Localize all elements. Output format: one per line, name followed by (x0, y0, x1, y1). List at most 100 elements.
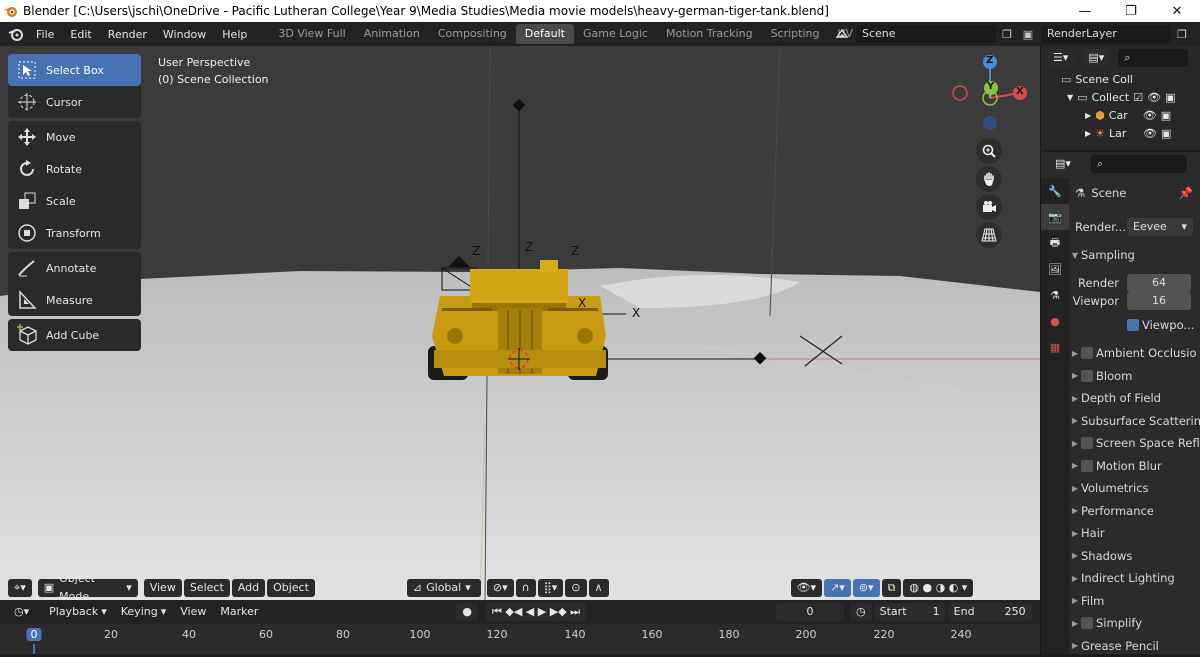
navigation-gizmo[interactable]: Z X Y (944, 52, 1034, 252)
pin-icon[interactable]: 📌 (1179, 186, 1193, 200)
tool-scale[interactable]: Scale (8, 185, 141, 217)
camera-render-icon[interactable]: ▣ (1161, 109, 1171, 122)
tab-motion-tracking[interactable]: Motion Tracking (657, 24, 762, 44)
overlay-toggle-icon[interactable]: ⊚▾ (852, 579, 880, 597)
renderlayer-name-field[interactable]: RenderLayer (1041, 25, 1171, 43)
section-enable-checkbox[interactable] (1081, 369, 1093, 382)
eye-icon[interactable]: 👁 (1147, 91, 1161, 104)
proportional-edit-icon[interactable]: ⊙ (565, 579, 587, 597)
section-enable-checkbox[interactable] (1081, 459, 1093, 472)
view-layer-icon[interactable]: 🖼 (1041, 256, 1069, 282)
expand-arrow-icon[interactable]: ▶ (1085, 129, 1091, 138)
tool-select-box[interactable]: Select Box (8, 54, 141, 86)
blender-menu-icon[interactable] (4, 22, 28, 46)
checkbox-icon[interactable]: ☑ (1133, 91, 1143, 104)
object-mode-dropdown[interactable]: ▣ Object Mode ▾ (37, 572, 138, 600)
record-icon[interactable]: ● (456, 603, 478, 621)
renderlayer-copy-icon[interactable]: ❐ (1171, 28, 1193, 41)
tool-move[interactable]: Move (8, 121, 141, 153)
output-settings-icon[interactable]: 🖶 (1041, 230, 1069, 256)
scene-name-field[interactable]: Scene (856, 25, 996, 43)
shading-mode-icons[interactable]: ◍ ● ◑ ◐ ▾ (903, 579, 974, 597)
outliner-row-light[interactable]: ▶ ☀ Lar 👁 ▣ (1041, 124, 1200, 142)
panel-header-simplify[interactable]: ▶ Simplify (1069, 612, 1200, 634)
scene-settings-icon[interactable]: ⚗ (1041, 282, 1069, 308)
outliner-editor-icon[interactable]: ☰▾ (1047, 49, 1075, 67)
tool-measure[interactable]: Measure (8, 284, 141, 316)
timeline-view-menu[interactable]: View (174, 603, 212, 621)
menu-render[interactable]: Render (100, 28, 155, 41)
marker-menu[interactable]: Marker (214, 603, 264, 621)
camera-render-icon[interactable]: ▣ (1161, 127, 1171, 140)
expand-arrow-icon[interactable]: ▼ (1067, 93, 1073, 102)
panel-header-bloom[interactable]: ▶ Bloom (1069, 365, 1200, 387)
section-enable-checkbox[interactable] (1081, 617, 1093, 629)
outliner-row-collection[interactable]: ▼ ▭ Collect ☑ 👁 ▣ (1041, 88, 1200, 106)
viewport-denoise-row[interactable]: Viewpo... (1069, 314, 1200, 336)
gizmo-toggle-icon[interactable]: ↗▾ (824, 579, 851, 597)
tab-3d-view-full[interactable]: 3D View Full (269, 24, 354, 44)
camera-render-icon[interactable]: ▣ (1165, 91, 1175, 104)
camera-view-icon[interactable] (976, 194, 1002, 220)
menu-object[interactable]: Object (267, 579, 315, 597)
tool-annotate[interactable]: Annotate (8, 252, 141, 284)
texture-settings-icon[interactable]: ▦ (1041, 334, 1069, 360)
tab-default[interactable]: Default (515, 24, 574, 44)
maximize-button[interactable]: ❐ (1108, 4, 1154, 19)
section-enable-checkbox[interactable] (1081, 437, 1093, 449)
sampling-panel-header[interactable]: ▼ Sampling (1069, 244, 1200, 266)
playback-menu[interactable]: Playback ▾ (43, 603, 113, 621)
tool-settings-icon[interactable]: 🔧 (1041, 178, 1069, 204)
renderlayer-browse-icon[interactable]: ▣ (1015, 28, 1041, 41)
clock-icon[interactable]: ◷ (850, 603, 872, 621)
panel-header-performance[interactable]: ▶ Performance (1069, 500, 1200, 522)
panel-header-motion-blur[interactable]: ▶ Motion Blur (1069, 455, 1200, 477)
tool-cursor[interactable]: Cursor (8, 86, 141, 118)
eye-icon[interactable]: 👁 (1143, 109, 1157, 122)
editor-type-icon[interactable]: ⌖▾ (8, 579, 32, 597)
outliner-row-camera[interactable]: ▶ ⬢ Car 👁 ▣ (1041, 106, 1200, 124)
panel-header-indirect-lighting[interactable]: ▶ Indirect Lighting (1069, 567, 1200, 589)
timeline-editor-icon[interactable]: ◷▾ (8, 603, 35, 621)
panel-header-hair[interactable]: ▶ Hair (1069, 522, 1200, 544)
properties-editor-icon[interactable]: ▤▾ (1049, 155, 1077, 173)
expand-arrow-icon[interactable]: ▶ (1085, 111, 1091, 120)
menu-help[interactable]: Help (214, 28, 255, 41)
tab-compositing[interactable]: Compositing (429, 24, 516, 44)
render-engine-dropdown[interactable]: Eevee ▾ (1127, 218, 1193, 236)
outliner-filter-icon[interactable]: ▤▾ (1082, 49, 1111, 67)
close-button[interactable]: ✕ (1154, 4, 1200, 19)
properties-search-input[interactable]: ⌕ (1090, 155, 1187, 173)
menu-edit[interactable]: Edit (62, 28, 99, 41)
menu-view[interactable]: View (143, 579, 182, 597)
tab-scripting[interactable]: Scripting (762, 24, 829, 44)
panel-header-depth-of-field[interactable]: ▶ Depth of Field (1069, 387, 1200, 409)
viewport-denoise-checkbox[interactable] (1127, 319, 1139, 331)
timeline-playhead[interactable] (33, 644, 35, 654)
render-settings-icon[interactable]: 📷 (1041, 204, 1069, 230)
tab-game-logic[interactable]: Game Logic (574, 24, 657, 44)
end-frame-field[interactable]: End 250 (947, 603, 1032, 621)
panel-header-grease-pencil[interactable]: ▶ Grease Pencil (1069, 635, 1200, 657)
current-frame-field[interactable]: 0 (776, 603, 845, 621)
menu-add[interactable]: Add (231, 579, 266, 597)
timeline-tick[interactable]: 0 (26, 628, 42, 641)
tool-transform[interactable]: Transform (8, 217, 141, 249)
pivot-icon[interactable]: ⊘▾ (486, 579, 514, 597)
timeline-ruler[interactable]: 0 20 40 60 80 100 120 140 160 180 200 22… (0, 624, 1040, 654)
panel-header-subsurface-scatterin[interactable]: ▶ Subsurface Scatterin (1069, 410, 1200, 432)
menu-select[interactable]: Select (183, 579, 230, 597)
panel-header-ambient-occlusio[interactable]: ▶ Ambient Occlusio (1069, 342, 1200, 364)
playback-controls[interactable]: ⏮ ◆◀ ◀ ▶ ▶◆ ⏭ (485, 603, 587, 621)
menu-window[interactable]: Window (155, 28, 214, 41)
tool-rotate[interactable]: Rotate (8, 153, 141, 185)
snap-icon[interactable]: ∩ (515, 579, 536, 597)
section-enable-checkbox[interactable] (1081, 347, 1093, 359)
outliner-search-input[interactable]: ⌕ (1118, 49, 1189, 67)
outliner-row-scene[interactable]: ▭ Scene Coll (1041, 70, 1200, 88)
pan-hand-icon[interactable] (976, 166, 1002, 192)
start-frame-field[interactable]: Start 1 (873, 603, 946, 621)
tool-add-cube[interactable]: Add Cube (8, 319, 141, 351)
minimize-button[interactable]: — (1062, 4, 1108, 19)
keying-menu[interactable]: Keying ▾ (115, 603, 172, 621)
